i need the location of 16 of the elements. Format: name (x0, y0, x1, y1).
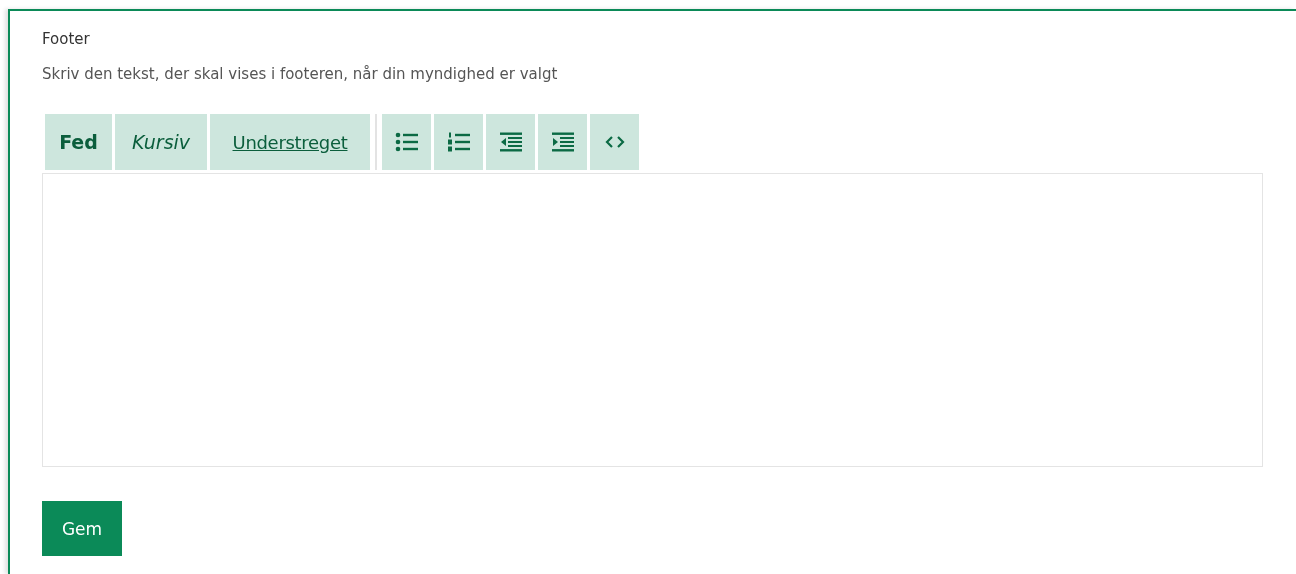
section-title: Footer (42, 30, 91, 50)
numbered-list-button[interactable] (434, 114, 483, 170)
bold-button[interactable]: Fed (45, 114, 112, 170)
section-description: Skriv den tekst, der skal vises i footeren, når din myndighed er valgt (42, 65, 559, 85)
outdent-icon (498, 132, 523, 152)
code-button[interactable] (590, 114, 639, 170)
indent-button[interactable] (538, 114, 587, 170)
outdent-button[interactable] (486, 114, 535, 170)
code-icon (604, 135, 625, 149)
numbered-list-icon (446, 132, 471, 152)
underline-button[interactable]: Understreget (210, 114, 370, 170)
italic-button[interactable]: Kursiv (115, 114, 207, 170)
bullet-list-icon (394, 132, 419, 152)
bullet-list-button[interactable] (382, 114, 431, 170)
save-button[interactable]: Gem (42, 501, 122, 556)
indent-icon (550, 132, 575, 152)
